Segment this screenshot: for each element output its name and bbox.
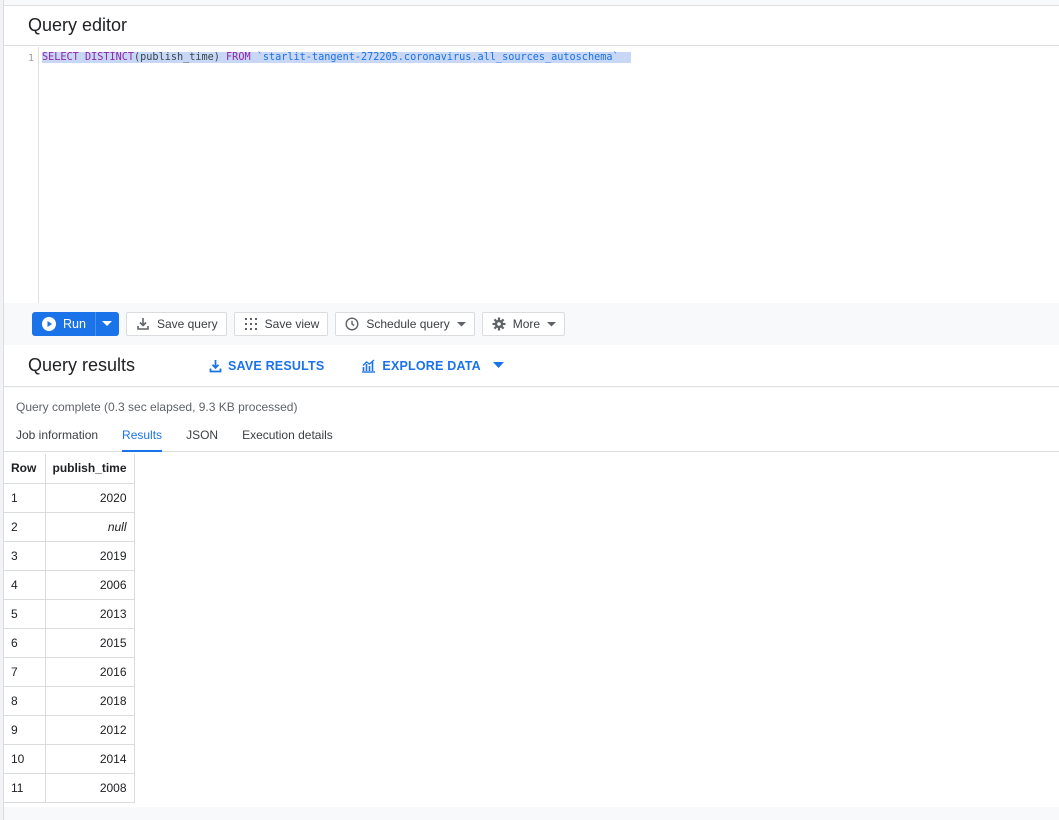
- chart-icon: [362, 359, 376, 373]
- row-number: 3: [4, 541, 46, 571]
- row-number: 2: [4, 512, 46, 542]
- schedule-query-label: Schedule query: [366, 317, 450, 331]
- results-tabs: Job information Results JSON Execution d…: [4, 424, 1059, 452]
- editor-header: Query editor: [4, 6, 1059, 46]
- column-header-row: Row: [4, 454, 46, 484]
- keyword-distinct: DISTINCT: [84, 52, 135, 63]
- row-number: 6: [4, 628, 46, 658]
- table-row: 10 2014: [4, 744, 135, 774]
- cell-publish-time: null: [45, 512, 135, 542]
- code-area[interactable]: 1 SELECT DISTINCT(publish_time) FROM `st…: [4, 47, 1059, 303]
- table-row: 11 2008: [4, 773, 135, 803]
- save-query-button[interactable]: Save query: [125, 312, 227, 336]
- keyword-select: SELECT: [42, 52, 79, 63]
- table-row: 6 2015: [4, 628, 135, 658]
- cell-publish-time: 2019: [45, 541, 135, 571]
- caret-down-icon: [492, 362, 504, 368]
- results-header: Query results SAVE RESULTS EXPLORE DATA: [4, 345, 1059, 387]
- tab-json[interactable]: JSON: [186, 424, 218, 452]
- save-results-button[interactable]: SAVE RESULTS: [209, 359, 324, 373]
- cell-publish-time: 2015: [45, 628, 135, 658]
- cell-publish-time: 2006: [45, 570, 135, 600]
- results-body: Query complete (0.3 sec elapsed, 9.3 KB …: [4, 388, 1059, 807]
- table-row: 8 2018: [4, 686, 135, 716]
- save-results-label: SAVE RESULTS: [228, 358, 325, 373]
- more-label: More: [512, 317, 541, 331]
- row-number: 11: [4, 773, 46, 803]
- row-number: 9: [4, 715, 46, 745]
- editor-toolbar: Run Save query Save view Schedule query …: [4, 304, 1059, 344]
- save-view-button[interactable]: Save view: [233, 312, 329, 336]
- play-circle-icon: [42, 317, 56, 331]
- caret-down-icon: [547, 321, 557, 326]
- table-reference: `starlit-tangent-272205.coronavirus.all_…: [256, 52, 619, 63]
- cell-publish-time: 2013: [45, 599, 135, 629]
- schedule-query-button[interactable]: Schedule query: [335, 312, 475, 336]
- table-row: 5 2013: [4, 599, 135, 629]
- run-button-group: Run: [32, 312, 119, 336]
- download-icon: [209, 359, 222, 372]
- line-gutter: 1: [4, 47, 39, 303]
- table-row: 3 2019: [4, 541, 135, 571]
- table-row: 2 null: [4, 512, 135, 542]
- more-button[interactable]: More: [481, 312, 566, 336]
- grid-dots-icon: [244, 318, 257, 330]
- explore-data-label: EXPLORE DATA: [382, 358, 481, 373]
- cell-publish-time: 2014: [45, 744, 135, 774]
- save-query-label: Save query: [156, 317, 218, 331]
- table-row: 4 2006: [4, 570, 135, 600]
- row-number: 4: [4, 570, 46, 600]
- tab-job-information[interactable]: Job information: [16, 424, 98, 452]
- cell-publish-time: 2018: [45, 686, 135, 716]
- cell-publish-time: 2008: [45, 773, 135, 803]
- results-table: Row publish_time 1 2020 2 null 3 2019 4 2006…: [4, 454, 135, 803]
- run-button[interactable]: Run: [32, 312, 95, 336]
- run-options-dropdown[interactable]: [94, 312, 119, 336]
- table-row: 9 2012: [4, 715, 135, 745]
- save-view-label: Save view: [264, 317, 320, 331]
- caret-down-icon: [102, 321, 113, 326]
- explore-data-button[interactable]: EXPLORE DATA: [361, 358, 504, 373]
- row-number: 8: [4, 686, 46, 716]
- gear-icon: [492, 317, 506, 331]
- line-number: 1: [27, 53, 34, 64]
- row-number: 5: [4, 599, 46, 629]
- run-label: Run: [63, 317, 86, 331]
- editor-title: Query editor: [28, 15, 128, 35]
- column-header-publish-time: publish_time: [45, 454, 135, 484]
- row-number: 1: [4, 483, 46, 513]
- table-header-row: Row publish_time: [4, 454, 135, 484]
- row-number: 7: [4, 657, 46, 687]
- row-number: 10: [4, 744, 46, 774]
- cell-publish-time: 2016: [45, 657, 135, 687]
- table-row: 1 2020: [4, 483, 135, 513]
- caret-down-icon: [456, 321, 466, 326]
- query-column: (publish_time): [134, 52, 220, 63]
- download-icon: [137, 318, 149, 330]
- keyword-from: FROM: [226, 52, 251, 63]
- cell-publish-time: 2020: [45, 483, 135, 513]
- query-editor-panel: Query editor 1 SELECT DISTINCT(publish_t…: [4, 5, 1059, 303]
- query-status: Query complete (0.3 sec elapsed, 9.3 KB …: [16, 400, 298, 414]
- cell-publish-time: 2012: [45, 715, 135, 745]
- table-row: 7 2016: [4, 657, 135, 687]
- results-title: Query results: [28, 355, 136, 375]
- sql-query-line[interactable]: SELECT DISTINCT(publish_time) FROM `star…: [42, 50, 631, 66]
- tab-results[interactable]: Results: [122, 424, 163, 452]
- tab-execution-details[interactable]: Execution details: [242, 424, 333, 452]
- clock-icon: [345, 317, 359, 331]
